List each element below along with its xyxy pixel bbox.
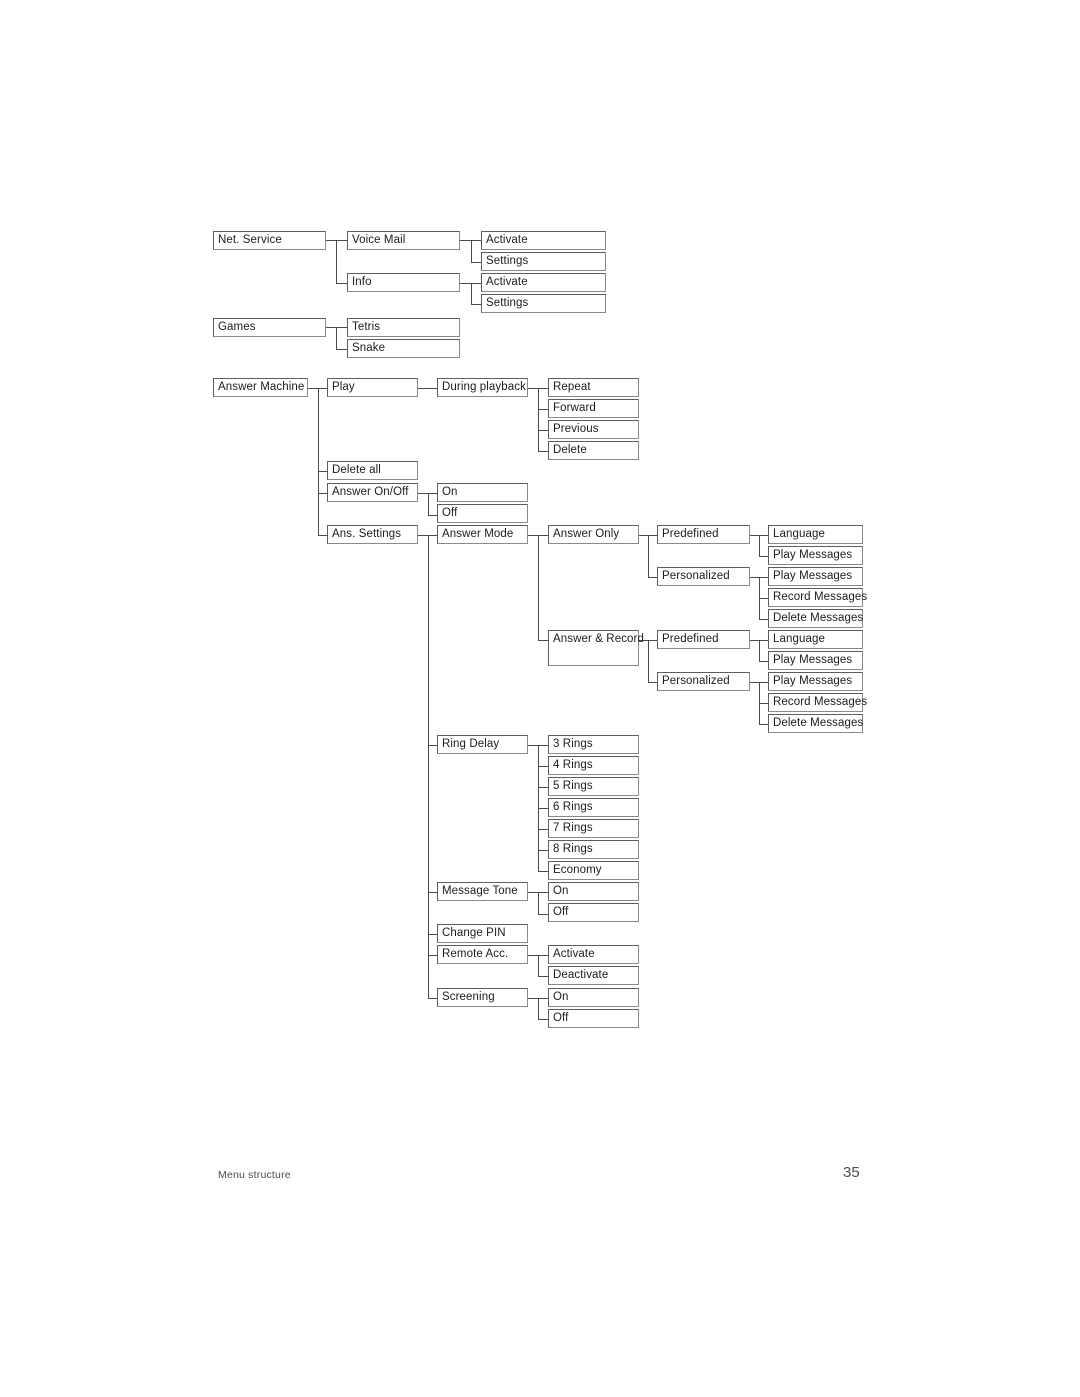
connector-games-trunk xyxy=(336,327,337,349)
connector-ar-trunk xyxy=(648,640,649,682)
menu-node-ar-per-play[interactable]: Play Messages xyxy=(768,672,863,691)
connector-info-stub xyxy=(460,283,471,284)
menu-node-rings-5[interactable]: 5 Rings xyxy=(548,777,639,796)
connector-aoo-trunk xyxy=(428,493,429,515)
menu-node-economy[interactable]: Economy xyxy=(548,861,639,880)
connector-mt-stub xyxy=(528,892,538,893)
connector-ra-trunk xyxy=(538,955,539,976)
connector-arpre-trunk xyxy=(759,640,760,661)
connector-as-stub xyxy=(418,535,428,536)
menu-node-mt-on[interactable]: On xyxy=(548,882,639,901)
menu-node-info-settings[interactable]: Settings xyxy=(481,294,606,313)
menu-node-delete[interactable]: Delete xyxy=(548,441,639,460)
menu-node-during-playback[interactable]: During playback xyxy=(437,378,528,397)
menu-node-ao-pre-play[interactable]: Play Messages xyxy=(768,546,863,565)
menu-node-ar-per-record[interactable]: Record Messages xyxy=(768,693,867,712)
connector-rd-stub xyxy=(528,745,538,746)
menu-node-ao-per-play[interactable]: Play Messages xyxy=(768,567,863,586)
menu-node-answer-only[interactable]: Answer Only xyxy=(548,525,639,544)
connector-voice-mail-stub xyxy=(460,240,471,241)
connector-ra-stub xyxy=(528,955,538,956)
connector-as-trunk xyxy=(428,535,429,998)
menu-node-ao-pre-language[interactable]: Language xyxy=(768,525,863,544)
connector-aoper-stub xyxy=(750,577,759,578)
connector-aopre-stub xyxy=(750,535,759,536)
connector-sc-stub xyxy=(528,998,538,999)
menu-node-ao-per-delete[interactable]: Delete Messages xyxy=(768,609,863,628)
menu-node-vm-settings[interactable]: Settings xyxy=(481,252,606,271)
menu-node-ra-activate[interactable]: Activate xyxy=(548,945,639,964)
connector-dp-stub xyxy=(528,388,538,389)
menu-node-net-service[interactable]: Net. Service xyxy=(213,231,326,250)
menu-node-rings-3[interactable]: 3 Rings xyxy=(548,735,639,754)
menu-node-ar-pre-play[interactable]: Play Messages xyxy=(768,651,863,670)
connector-ao-stub xyxy=(639,535,648,536)
menu-node-play[interactable]: Play xyxy=(327,378,418,397)
menu-node-ar-pre-language[interactable]: Language xyxy=(768,630,863,649)
connector-arpre-stub xyxy=(750,640,759,641)
connector-aopre-trunk xyxy=(759,535,760,556)
menu-node-previous[interactable]: Previous xyxy=(548,420,639,439)
menu-node-snake[interactable]: Snake xyxy=(347,339,460,358)
connector-am-mode-stub xyxy=(528,535,538,536)
menu-node-ao-personalized[interactable]: Personalized xyxy=(657,567,750,586)
menu-node-vm-activate[interactable]: Activate xyxy=(481,231,606,250)
connector-am-trunk xyxy=(318,388,319,536)
connector-ao-trunk xyxy=(648,535,649,577)
menu-node-change-pin[interactable]: Change PIN xyxy=(437,924,528,943)
menu-node-ar-personalized[interactable]: Personalized xyxy=(657,672,750,691)
connector-dp-trunk xyxy=(538,388,539,452)
page-number: 35 xyxy=(843,1164,860,1181)
menu-node-ring-delay[interactable]: Ring Delay xyxy=(437,735,528,754)
menu-node-answer-on-off[interactable]: Answer On/Off xyxy=(327,483,418,502)
connector-arper-stub xyxy=(750,682,759,683)
menu-node-ar-predefined[interactable]: Predefined xyxy=(657,630,750,649)
connector-play-link xyxy=(418,388,438,389)
menu-node-aoo-on[interactable]: On xyxy=(437,483,528,502)
menu-node-voice-mail[interactable]: Voice Mail xyxy=(347,231,460,250)
menu-node-repeat[interactable]: Repeat xyxy=(548,378,639,397)
menu-node-screening[interactable]: Screening xyxy=(437,988,528,1007)
menu-node-rings-7[interactable]: 7 Rings xyxy=(548,819,639,838)
menu-node-sc-on[interactable]: On xyxy=(548,988,639,1007)
menu-node-remote-acc[interactable]: Remote Acc. xyxy=(437,945,528,964)
menu-structure-diagram: Net. Service Voice Mail Activate Settings In… xyxy=(0,0,1080,1397)
menu-node-info-activate[interactable]: Activate xyxy=(481,273,606,292)
menu-node-sc-off[interactable]: Off xyxy=(548,1009,639,1028)
menu-node-answer-record[interactable]: Answer & Record xyxy=(548,630,644,666)
menu-node-ao-predefined[interactable]: Predefined xyxy=(657,525,750,544)
connector-info-trunk xyxy=(471,283,472,304)
connector-am-mode-trunk xyxy=(538,535,539,640)
menu-node-forward[interactable]: Forward xyxy=(548,399,639,418)
menu-node-tetris[interactable]: Tetris xyxy=(347,318,460,337)
menu-node-answer-machine[interactable]: Answer Machine xyxy=(213,378,308,397)
footer-label: Menu structure xyxy=(218,1169,291,1181)
connector-net-service-trunk xyxy=(336,240,337,283)
connector-voice-mail-trunk xyxy=(471,240,472,262)
menu-node-games[interactable]: Games xyxy=(213,318,326,337)
menu-node-delete-all[interactable]: Delete all xyxy=(327,461,418,480)
menu-node-rings-8[interactable]: 8 Rings xyxy=(548,840,639,859)
connector-sc-trunk xyxy=(538,998,539,1019)
menu-node-info[interactable]: Info xyxy=(347,273,460,292)
menu-node-rings-6[interactable]: 6 Rings xyxy=(548,798,639,817)
menu-node-rings-4[interactable]: 4 Rings xyxy=(548,756,639,775)
menu-node-ao-per-record[interactable]: Record Messages xyxy=(768,588,867,607)
connector-mt-trunk xyxy=(538,892,539,914)
connector-aoo-stub xyxy=(418,493,428,494)
menu-node-ans-settings[interactable]: Ans. Settings xyxy=(327,525,418,544)
menu-node-ar-per-delete[interactable]: Delete Messages xyxy=(768,714,863,733)
connector-am-stub xyxy=(308,388,318,389)
menu-node-message-tone[interactable]: Message Tone xyxy=(437,882,528,901)
menu-node-mt-off[interactable]: Off xyxy=(548,903,639,922)
menu-node-answer-mode[interactable]: Answer Mode xyxy=(437,525,528,544)
menu-node-ra-deactivate[interactable]: Deactivate xyxy=(548,966,639,985)
menu-node-aoo-off[interactable]: Off xyxy=(437,504,528,523)
